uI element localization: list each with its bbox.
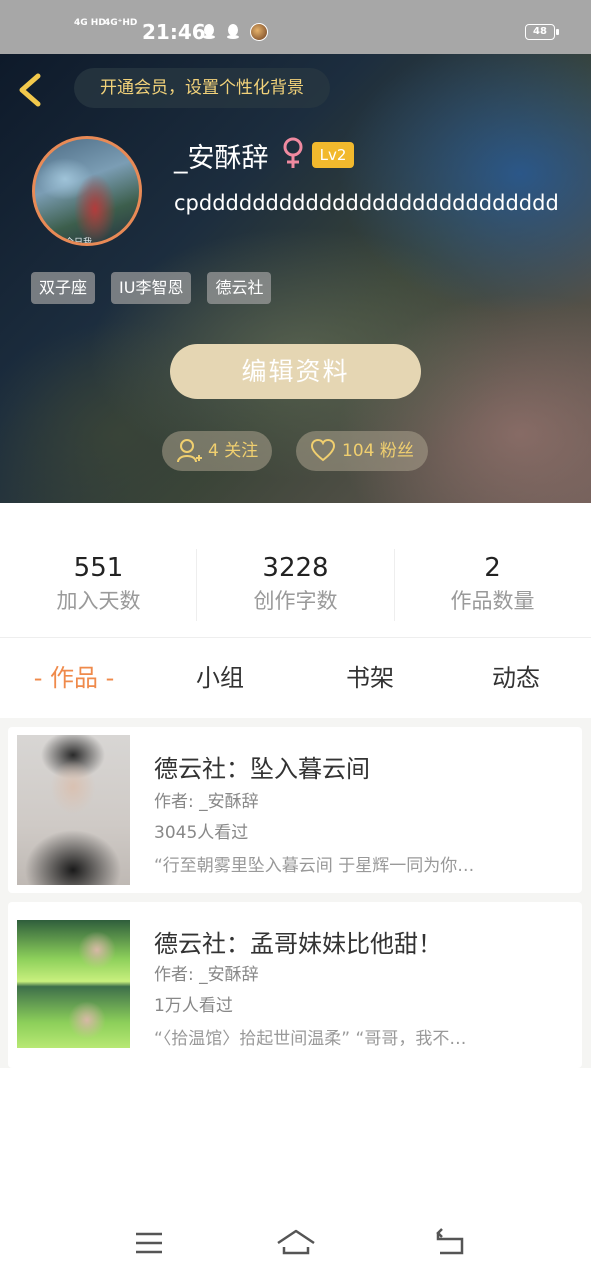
profile-tabs: - 作品 - 小组 书架 动态 [0,638,591,718]
avatar[interactable]: 今日我... [32,136,142,246]
tag-item[interactable]: 德云社 [207,272,272,304]
work-intro: “〈拾温馆〉拾起世间温柔” “哥哥，我不… [154,1029,467,1049]
heart-icon [310,439,336,462]
stat-value: 2 [484,553,501,583]
tag-item[interactable]: IU李智恩 [111,272,192,304]
signal-indicator-2: 4G⁺HD [104,18,137,28]
qq-icon [227,24,239,39]
work-views: 1万人看过 [154,996,233,1016]
following-count: 4 关注 [208,441,259,461]
app-notification-icon [250,23,268,41]
work-cover-image [17,735,130,885]
clock: 21:46 [142,20,206,44]
battery-indicator: 48 [525,24,559,40]
status-bar: 4G HD 4G⁺HD 21:46 48 [0,0,591,54]
tab-activity[interactable]: 动态 [456,638,576,718]
work-views: 3045人看过 [154,823,249,843]
tab-bookshelf[interactable]: 书架 [310,638,430,718]
qq-icon [203,24,215,39]
following-button[interactable]: 4 关注 [162,431,273,471]
work-title: 德云社：孟哥妹妹比他甜！ [154,930,442,958]
edit-profile-button[interactable]: 编辑资料 [170,344,421,399]
followers-button[interactable]: 104 粉丝 [296,431,428,471]
bio: cpddddddddddddddddddddddddddd [174,191,559,215]
work-title: 德云社：坠入暮云间 [154,755,370,783]
menu-icon[interactable] [128,1223,168,1263]
stats-row: 551 加入天数 3228 创作字数 2 作品数量 [0,503,591,638]
stat-value: 551 [73,553,124,583]
female-icon [283,137,303,168]
stat-value: 3228 [262,553,329,583]
tab-groups[interactable]: 小组 [160,638,280,718]
stat-join-days: 551 加入天数 [0,551,197,617]
vip-background-prompt[interactable]: 开通会员，设置个性化背景 [74,68,330,108]
list-item[interactable]: 德云社：坠入暮云间 作者: _安酥辞 3045人看过 “行至朝雾里坠入暮云间 于… [8,727,582,893]
username: _安酥辞 [174,143,269,174]
tag-list: 双子座 IU李智恩 德云社 [31,272,272,304]
work-author: 作者: _安酥辞 [154,965,259,985]
signal-label-1: 4G HD [74,18,106,28]
followers-count: 104 粉丝 [342,441,414,461]
stat-label: 作品数量 [450,589,535,613]
work-author: 作者: _安酥辞 [154,792,259,812]
home-icon[interactable] [276,1223,316,1263]
system-navigation-bar [0,1205,591,1280]
avatar-watermark: 今日我... [65,238,101,246]
list-item[interactable]: 德云社：孟哥妹妹比他甜！ 作者: _安酥辞 1万人看过 “〈拾温馆〉拾起世间温柔… [8,902,582,1068]
work-intro: “行至朝雾里坠入暮云间 于星辉一同为你… [154,856,475,876]
tab-works[interactable]: - 作品 - [10,638,138,718]
back-arrow-icon[interactable] [430,1223,470,1263]
stat-label: 加入天数 [56,589,141,613]
work-cover-image [17,920,130,1048]
works-list: 德云社：坠入暮云间 作者: _安酥辞 3045人看过 “行至朝雾里坠入暮云间 于… [0,718,591,1068]
stat-word-count: 3228 创作字数 [197,551,394,617]
profile-header: 开通会员，设置个性化背景 今日我... _安酥辞 Lv2 cpddddddddd… [0,54,591,503]
stat-works-count: 2 作品数量 [394,551,591,617]
level-badge: Lv2 [312,142,354,168]
signal-label-2: 4G⁺HD [104,18,138,28]
signal-indicator-1: 4G HD [74,18,106,28]
chevron-left-icon[interactable] [14,70,48,110]
stat-label: 创作字数 [253,589,338,613]
tag-item[interactable]: 双子座 [31,272,96,304]
person-add-icon [177,439,202,463]
